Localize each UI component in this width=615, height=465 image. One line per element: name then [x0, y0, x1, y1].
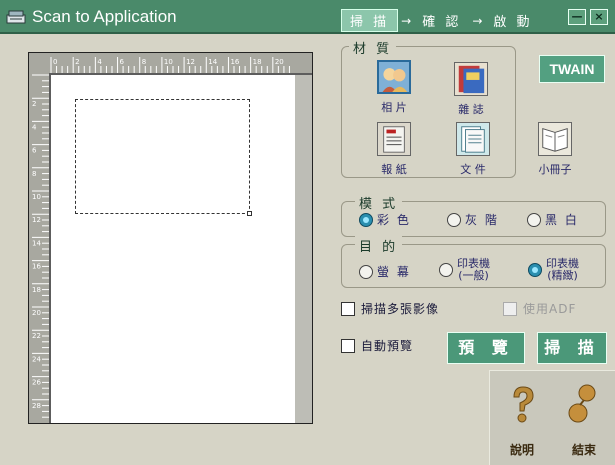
ruler-tick-label: 14: [208, 58, 217, 66]
ruler-tick-label: 10: [32, 193, 41, 201]
ruler-tick-label: 16: [230, 58, 239, 66]
ruler-tick-label: 8: [142, 58, 146, 66]
media-photo-label: 相 片: [381, 101, 407, 114]
newspaper-icon: [377, 122, 411, 156]
media-photo[interactable]: 相 片: [366, 60, 422, 115]
ruler-tick-label: 28: [32, 402, 41, 410]
selection-rectangle[interactable]: [75, 99, 252, 216]
minimize-button[interactable]: —: [568, 9, 586, 25]
ruler-tick-label: 2: [32, 100, 36, 108]
ruler-tick-label: 14: [32, 239, 41, 247]
mode-grayscale-radio[interactable]: 灰 階: [447, 211, 499, 228]
arrow-icon: →: [472, 13, 483, 28]
media-newspaper[interactable]: 報 紙: [366, 122, 422, 177]
step-scan: 掃 描: [341, 9, 399, 32]
ruler-tick-label: 18: [253, 58, 262, 66]
help-label: 說明: [510, 443, 535, 457]
twain-button[interactable]: TWAIN: [539, 55, 605, 83]
close-button[interactable]: ×: [590, 9, 608, 25]
auto-preview-checkbox[interactable]: 自動預覽: [341, 337, 413, 354]
ruler-tick-label: 20: [275, 58, 284, 66]
mode-color-radio[interactable]: 彩 色: [359, 211, 411, 228]
arrow-icon: →: [401, 13, 412, 28]
ruler-tick-label: 10: [164, 58, 173, 66]
media-document-label: 文 件: [460, 163, 486, 176]
radio-dot: [359, 264, 373, 279]
ruler-tick-label: 22: [32, 332, 41, 340]
preview-button[interactable]: 預 覽: [447, 332, 525, 364]
mode-blackwhite-radio[interactable]: 黑 白: [527, 211, 579, 228]
destination-label: 目 的: [355, 236, 403, 255]
media-magazine[interactable]: 雜 誌: [443, 62, 499, 117]
preview-page[interactable]: [51, 75, 295, 423]
ruler-tick-label: 6: [120, 58, 125, 66]
ruler-tick-label: 8: [32, 170, 36, 178]
ruler-tick-label: 18: [32, 286, 41, 294]
resize-handle[interactable]: [247, 211, 252, 216]
exit-icon[interactable]: [566, 383, 600, 425]
ruler-tick-label: 6: [32, 147, 37, 155]
step-launch: 啟 動: [493, 15, 533, 30]
step-confirm: 確 認: [422, 15, 462, 30]
ruler-tick-label: 26: [32, 379, 41, 387]
magazine-icon: [454, 62, 488, 96]
ruler-tick-label: 4: [32, 123, 37, 131]
media-booklet-label: 小冊子: [538, 163, 572, 176]
scan-button[interactable]: 掃 描: [537, 332, 607, 364]
ruler-tick-label: 20: [32, 309, 41, 317]
help-icon[interactable]: [508, 385, 538, 425]
multi-scan-checkbox[interactable]: 掃描多張影像: [341, 300, 439, 317]
scanner-icon: [6, 10, 26, 24]
booklet-icon: [538, 122, 572, 156]
ruler-tick-label: 4: [97, 58, 102, 66]
ruler-tick-label: 2: [75, 58, 79, 66]
mode-label: 模 式: [355, 193, 403, 212]
document-icon: [456, 122, 490, 156]
media-document[interactable]: 文 件: [445, 122, 501, 177]
dest-printer-normal-radio[interactable]: 印表機 (一般): [439, 258, 490, 282]
ruler-tick-label: 12: [32, 216, 41, 224]
ruler-tick-label: 12: [186, 58, 195, 66]
radio-dot: [528, 263, 542, 277]
dest-printer-fine-radio[interactable]: 印表機 (精緻): [528, 258, 579, 282]
step-indicator: 掃 描 → 確 認 → 啟 動: [341, 9, 541, 32]
dest-screen-radio[interactable]: 螢 幕: [359, 263, 411, 280]
media-booklet[interactable]: 小冊子: [527, 122, 583, 177]
title-bar: Scan to Application 掃 描 → 確 認 → 啟 動 — ×: [0, 0, 615, 34]
ruler-tick-label: 0: [53, 58, 57, 66]
media-magazine-label: 雜 誌: [458, 103, 484, 116]
ruler-tick-label: 16: [32, 263, 41, 271]
media-newspaper-label: 報 紙: [381, 163, 407, 176]
material-label: 材 質: [349, 38, 397, 57]
window-title: Scan to Application: [32, 7, 177, 26]
radio-dot: [439, 263, 453, 277]
exit-label: 結束: [572, 443, 597, 457]
preview-margin: [295, 75, 312, 423]
photo-icon: [377, 60, 411, 94]
radio-dot: [447, 212, 461, 227]
horizontal-ruler: 0 2 4 6 8 10 12 14 16 18 20: [29, 53, 312, 73]
preview-panel[interactable]: 0 2 4 6 8 10 12 14 16 18 20 2 4 6 8 10 12 14 16 18 20 22 24 26…: [28, 52, 313, 424]
radio-dot: [359, 212, 373, 227]
ruler-tick-label: 24: [32, 355, 41, 363]
vertical-ruler: 2 4 6 8 10 12 14 16 18 20 22 24 26 28: [29, 73, 49, 423]
radio-dot: [527, 212, 541, 227]
use-adf-checkbox[interactable]: 使用ADF: [503, 300, 576, 317]
